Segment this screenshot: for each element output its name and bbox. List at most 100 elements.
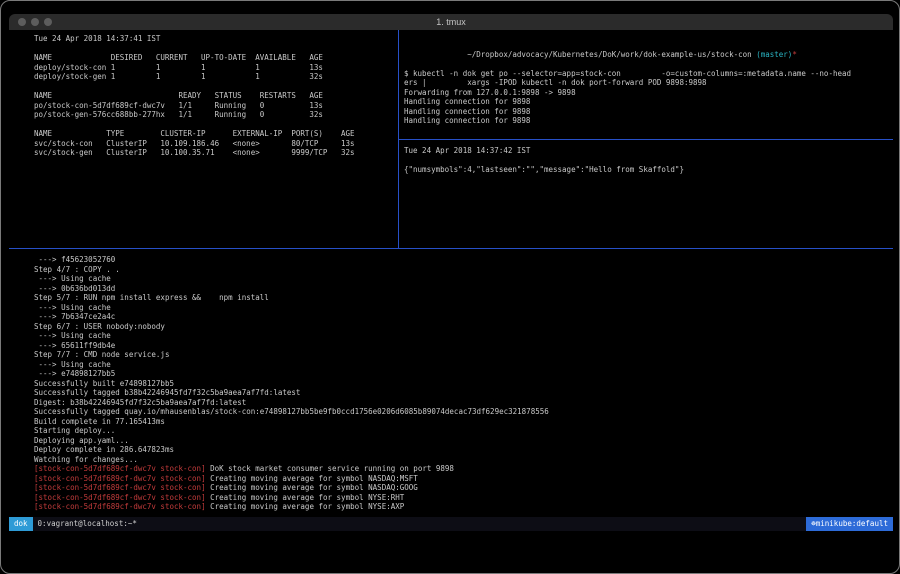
terminal-line: Forwarding from 127.0.0.1:9898 -> 9898 [404,88,889,98]
table-cell: CURRENT [156,53,201,63]
session-name-chip[interactable]: dok [9,517,33,531]
table-cell: TYPE [106,129,160,139]
terminal-line: Handling connection for 9898 [404,116,889,126]
timestamp: Tue 24 Apr 2018 14:37:41 IST [34,34,394,44]
table-row: deploy/stock-gen111132s [34,72,394,82]
tmux-status-bar: dok 0:vagrant@localhost:~* ☸minikube:def… [9,517,893,531]
top-pane-row: Tue 24 Apr 2018 14:37:41 IST NAMEDESIRED… [9,30,893,249]
table-cell: 13s [309,63,327,73]
terminal-line: $ kubectl -n dok get po --selector=app=s… [404,69,889,79]
table-cell: NAME [34,129,106,139]
terminal-line: Step 6/7 : USER nobody:nobody [34,322,889,332]
table-cell: NAME [34,53,111,63]
terminal-line: Step 4/7 : COPY . . [34,265,889,275]
pod-log-prefix: [stock-con-5d7df689cf-dwc7v stock-con] [34,502,206,511]
table-row: po/stock-gen-576cc688bb-277hx1/1Running0… [34,110,394,120]
port-forward-output: $ kubectl -n dok get po --selector=app=s… [404,69,889,126]
table-cell: 80/TCP [291,139,341,149]
terminal-line: ---> e74898127bb5 [34,369,889,379]
pane-port-forward[interactable]: ~/Dropbox/advocacy/Kubernetes/DoK/work/d… [399,30,893,140]
terminal-line: Deploy complete in 286.647823ms [34,445,889,455]
table-cell: 13s [309,101,327,111]
pod-log-message: Creating moving average for symbol NASDA… [206,483,418,492]
table-cell: PORT(S) [291,129,341,139]
json-response: {"numsymbols":4,"lastseen":"","message":… [404,165,889,175]
table-cell: 1 [255,63,309,73]
table-cell: UP-TO-DATE [201,53,255,63]
table-header-row: NAMEDESIREDCURRENTUP-TO-DATEAVAILABLEAGE [34,53,394,63]
close-button[interactable] [18,18,26,26]
pane-kubectl-overview[interactable]: Tue 24 Apr 2018 14:37:41 IST NAMEDESIRED… [9,30,399,248]
blank-line [34,120,394,130]
minimize-button[interactable] [31,18,39,26]
pod-log-prefix: [stock-con-5d7df689cf-dwc7v stock-con] [34,493,206,502]
terminal-line: ---> f45623052760 [34,255,889,265]
terminal-line: Handling connection for 9898 [404,97,889,107]
pods-table: NAMEREADYSTATUSRESTARTSAGEpo/stock-con-5… [34,91,394,120]
terminal-line: ---> 65611ff9db4e [34,341,889,351]
terminal-line: Successfully tagged quay.io/mhausenblas/… [34,407,889,417]
blank-line [34,44,394,54]
pod-log-message: DoK stock market consumer service runnin… [206,464,454,473]
table-cell: 1 [111,72,156,82]
table-cell: ClusterIP [106,139,160,149]
table-cell: AGE [309,91,327,101]
terminal-line: Step 7/7 : CMD node service.js [34,350,889,360]
table-cell: 32s [341,148,359,158]
table-row: deploy/stock-con111113s [34,63,394,73]
pod-log-prefix: [stock-con-5d7df689cf-dwc7v stock-con] [34,474,206,483]
table-cell: CLUSTER-IP [160,129,232,139]
pane-skaffold-build[interactable]: ---> f45623052760Step 4/7 : COPY . . ---… [9,249,893,517]
table-cell: 0 [260,101,310,111]
terminal-line: [stock-con-5d7df689cf-dwc7v stock-con] D… [34,464,889,474]
terminal-line: [stock-con-5d7df689cf-dwc7v stock-con] C… [34,474,889,484]
status-bar-spacer [137,517,806,531]
prompt-path: ~/Dropbox/advocacy/Kubernetes/DoK/work/d… [467,50,756,59]
desktop-background: 1. tmux Tue 24 Apr 2018 14:37:41 IST NAM… [0,0,900,574]
table-cell: svc/stock-gen [34,148,106,158]
deployments-table: NAMEDESIREDCURRENTUP-TO-DATEAVAILABLEAGE… [34,53,394,82]
table-cell: 1 [201,72,255,82]
table-cell: 1 [255,72,309,82]
terminal-line: [stock-con-5d7df689cf-dwc7v stock-con] C… [34,483,889,493]
table-cell: 0 [260,110,310,120]
table-cell: 1 [156,63,201,73]
table-cell: NAME [34,91,178,101]
terminal-line: ---> Using cache [34,360,889,370]
table-cell: EXTERNAL-IP [233,129,292,139]
terminal-line: Watching for changes... [34,455,889,465]
blank-line [34,82,394,92]
pod-log-message: Creating moving average for symbol NYSE:… [206,502,405,511]
table-cell: RESTARTS [260,91,310,101]
pod-log-prefix: [stock-con-5d7df689cf-dwc7v stock-con] [34,483,206,492]
tmux-terminal: Tue 24 Apr 2018 14:37:41 IST NAMEDESIRED… [9,30,893,531]
terminal-line: Starting deploy... [34,426,889,436]
window-titlebar[interactable]: 1. tmux [9,14,893,30]
build-log: ---> f45623052760Step 4/7 : COPY . . ---… [34,255,889,512]
right-pane-column: ~/Dropbox/advocacy/Kubernetes/DoK/work/d… [399,30,893,248]
table-cell: deploy/stock-con [34,63,111,73]
table-cell: 1 [201,63,255,73]
table-cell: po/stock-con-5d7df689cf-dwc7v [34,101,178,111]
pod-log-message: Creating moving average for symbol NYSE:… [206,493,405,502]
pane-service-response[interactable]: Tue 24 Apr 2018 14:37:42 IST {"numsymbol… [399,140,893,248]
table-cell: svc/stock-con [34,139,106,149]
table-cell: ClusterIP [106,148,160,158]
table-cell: deploy/stock-gen [34,72,111,82]
terminal-line: ers | xargs -IPOD kubectl -n dok port-fo… [404,78,889,88]
window-list-item[interactable]: 0:vagrant@localhost:~* [33,517,137,531]
table-header-row: NAMETYPECLUSTER-IPEXTERNAL-IPPORT(S)AGE [34,129,394,139]
pod-log-prefix: [stock-con-5d7df689cf-dwc7v stock-con] [34,464,206,473]
table-cell: 10.100.35.71 [160,148,232,158]
terminal-line: [stock-con-5d7df689cf-dwc7v stock-con] C… [34,493,889,503]
git-branch: (master) [756,50,792,59]
table-cell: 13s [341,139,359,149]
zoom-button[interactable] [44,18,52,26]
traffic-lights [18,18,52,26]
kube-context-label: minikube:default [816,519,888,528]
terminal-line: ---> Using cache [34,331,889,341]
table-header-row: NAMEREADYSTATUSRESTARTSAGE [34,91,394,101]
terminal-line: [stock-con-5d7df689cf-dwc7v stock-con] C… [34,502,889,512]
terminal-line: Successfully tagged b38b42246945fd7f32c5… [34,388,889,398]
table-cell: 1 [156,72,201,82]
